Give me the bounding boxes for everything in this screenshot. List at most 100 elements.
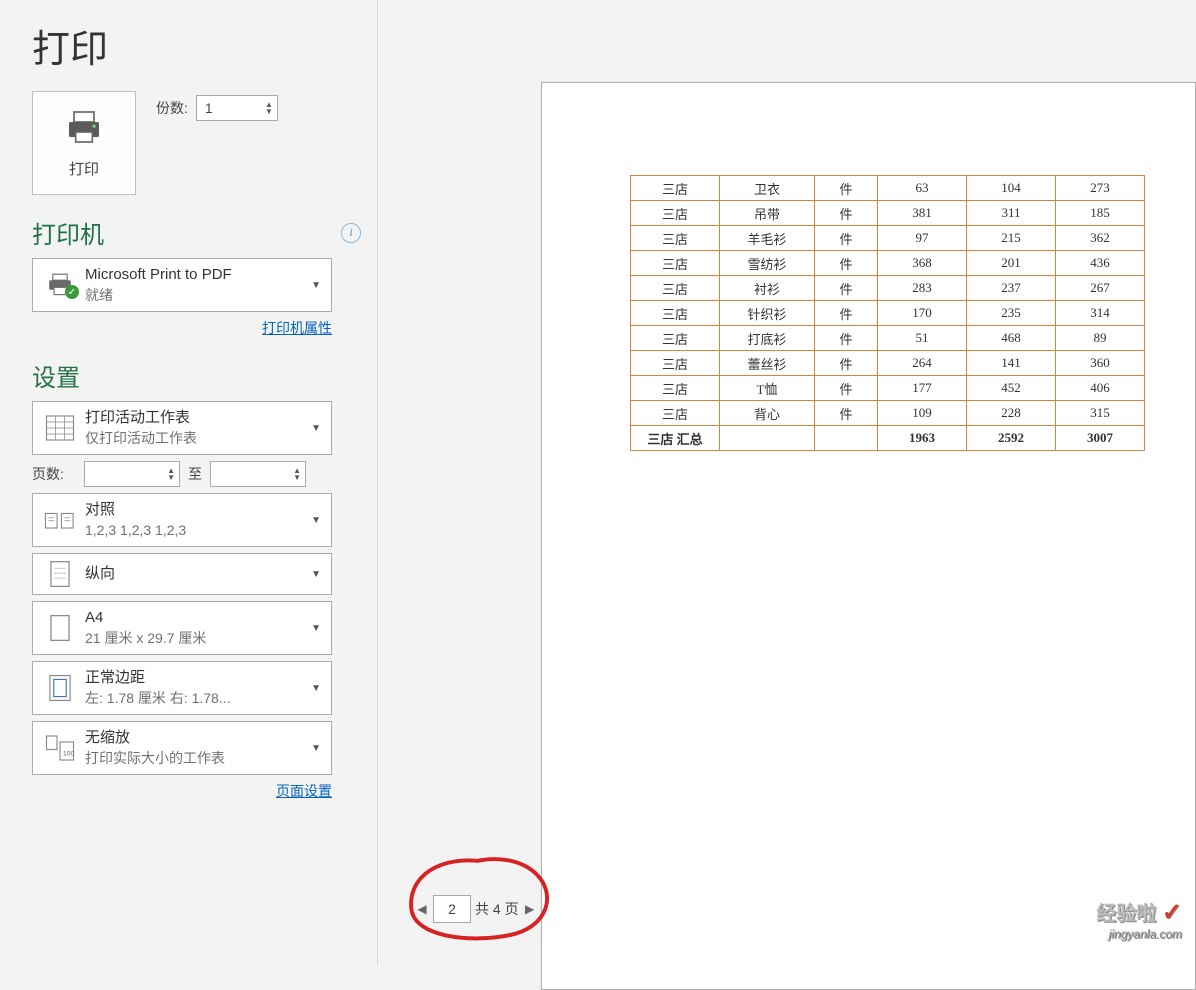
table-cell: 衬衫 <box>720 276 815 301</box>
table-cell: 羊毛衫 <box>720 226 815 251</box>
table-cell: 件 <box>815 301 878 326</box>
watermark-text: 经验啦 <box>1096 903 1156 925</box>
table-cell: 件 <box>815 401 878 426</box>
preview-table: 三店卫衣件63104273三店吊带件381311185三店羊毛衫件9721536… <box>630 175 1145 451</box>
info-icon[interactable]: i <box>341 223 361 243</box>
printer-select-dropdown[interactable]: ✓ Microsoft Print to PDF 就绪 ▼ <box>32 258 332 312</box>
printer-name: Microsoft Print to PDF <box>85 265 311 285</box>
table-cell: 三店 <box>631 351 720 376</box>
table-cell: 件 <box>815 251 878 276</box>
copies-row: 份数: 1 ▲▼ <box>156 95 278 121</box>
printer-icon <box>64 107 104 150</box>
table-cell: 273 <box>1056 176 1145 201</box>
printer-status: 就绪 <box>85 286 311 305</box>
svg-text:100: 100 <box>63 751 75 758</box>
watermark-url: jingyanla.com <box>1096 927 1182 941</box>
table-cell: 406 <box>1056 376 1145 401</box>
margins-desc: 左: 1.78 厘米 右: 1.78... <box>85 689 311 708</box>
table-cell: 件 <box>815 201 878 226</box>
table-cell: 311 <box>967 201 1056 226</box>
sheet-icon <box>43 414 77 442</box>
margins-icon <box>43 674 77 702</box>
table-cell: 三店 <box>631 376 720 401</box>
table-cell: 件 <box>815 276 878 301</box>
print-row: 打印 份数: 1 ▲▼ <box>32 91 377 195</box>
scaling-dropdown[interactable]: 100 无缩放 打印实际大小的工作表 ▼ <box>32 721 332 775</box>
chevron-down-icon: ▼ <box>311 623 321 634</box>
collate-title: 对照 <box>85 500 311 520</box>
spinner-arrows-icon[interactable]: ▲▼ <box>265 101 273 115</box>
scaling-icon: 100 <box>43 734 77 762</box>
collate-desc: 1,2,3 1,2,3 1,2,3 <box>85 521 311 540</box>
page-icon <box>43 614 77 642</box>
table-cell <box>815 426 878 451</box>
preview-page: 三店卫衣件63104273三店吊带件381311185三店羊毛衫件9721536… <box>541 82 1196 990</box>
left-settings-panel: 打印 打印 份数: 1 ▲▼ 打印机 i ✓ Microsoft Print t… <box>0 0 378 965</box>
table-row: 三店打底衫件5146889 <box>631 326 1145 351</box>
table-cell: 170 <box>878 301 967 326</box>
next-page-button[interactable]: ▶ <box>523 902 537 916</box>
table-totals-row: 三店 汇总196325923007 <box>631 426 1145 451</box>
table-cell: 三店 <box>631 201 720 226</box>
printer-section-header: 打印机 <box>32 215 377 250</box>
table-row: 三店雪纺衫件368201436 <box>631 251 1145 276</box>
orientation-dropdown[interactable]: 纵向 ▼ <box>32 553 332 595</box>
chevron-down-icon: ▼ <box>311 683 321 694</box>
spinner-arrows-icon[interactable]: ▲▼ <box>293 467 301 481</box>
collate-icon <box>43 507 77 533</box>
table-cell: 51 <box>878 326 967 351</box>
table-cell: 360 <box>1056 351 1145 376</box>
spinner-arrows-icon[interactable]: ▲▼ <box>167 467 175 481</box>
table-cell: 452 <box>967 376 1056 401</box>
table-row: 三店羊毛衫件97215362 <box>631 226 1145 251</box>
table-row: 三店针织衫件170235314 <box>631 301 1145 326</box>
table-row: 三店吊带件381311185 <box>631 201 1145 226</box>
table-cell: 235 <box>967 301 1056 326</box>
printer-properties-link[interactable]: 打印机属性 <box>32 318 332 338</box>
margins-dropdown[interactable]: 正常边距 左: 1.78 厘米 右: 1.78... ▼ <box>32 661 332 715</box>
table-cell: 201 <box>967 251 1056 276</box>
pages-from-input[interactable]: ▲▼ <box>84 461 180 487</box>
table-cell: 109 <box>878 401 967 426</box>
print-button-label: 打印 <box>69 158 99 179</box>
collate-dropdown[interactable]: 对照 1,2,3 1,2,3 1,2,3 ▼ <box>32 493 332 547</box>
table-cell: 104 <box>967 176 1056 201</box>
scaling-desc: 打印实际大小的工作表 <box>85 749 311 768</box>
table-cell: 件 <box>815 176 878 201</box>
print-button[interactable]: 打印 <box>32 91 136 195</box>
table-cell: 468 <box>967 326 1056 351</box>
orientation-title: 纵向 <box>85 564 311 584</box>
table-cell <box>720 426 815 451</box>
table-row: 三店衬衫件283237267 <box>631 276 1145 301</box>
page-navigation: ◀ 2 共 4 页 ▶ <box>415 895 537 923</box>
table-cell: 381 <box>878 201 967 226</box>
pages-to-input[interactable]: ▲▼ <box>210 461 306 487</box>
chevron-down-icon: ▼ <box>311 569 321 580</box>
table-cell: 63 <box>878 176 967 201</box>
table-cell: 件 <box>815 376 878 401</box>
pages-label: 页数: <box>32 464 76 484</box>
page-title: 打印 <box>32 18 377 73</box>
check-icon: ✓ <box>65 285 79 299</box>
paper-size-dropdown[interactable]: A4 21 厘米 x 29.7 厘米 ▼ <box>32 601 332 655</box>
table-cell: 264 <box>878 351 967 376</box>
table-cell: 89 <box>1056 326 1145 351</box>
chevron-down-icon: ▼ <box>311 423 321 434</box>
print-what-dropdown[interactable]: 打印活动工作表 仅打印活动工作表 ▼ <box>32 401 332 455</box>
copies-spinner[interactable]: 1 ▲▼ <box>196 95 278 121</box>
current-page-input[interactable]: 2 <box>433 895 471 923</box>
scaling-title: 无缩放 <box>85 728 311 748</box>
print-what-desc: 仅打印活动工作表 <box>85 429 311 448</box>
table-cell: 件 <box>815 226 878 251</box>
pages-range-row: 页数: ▲▼ 至 ▲▼ <box>32 461 332 487</box>
table-row: 三店T恤件177452406 <box>631 376 1145 401</box>
page-setup-link[interactable]: 页面设置 <box>32 781 332 801</box>
table-cell: 吊带 <box>720 201 815 226</box>
table-cell: 件 <box>815 351 878 376</box>
paper-size-title: A4 <box>85 608 311 628</box>
table-cell: 237 <box>967 276 1056 301</box>
prev-page-button[interactable]: ◀ <box>415 902 429 916</box>
printer-ready-icon: ✓ <box>43 273 77 297</box>
paper-size-desc: 21 厘米 x 29.7 厘米 <box>85 629 311 648</box>
settings-section-header: 设置 <box>32 358 377 393</box>
